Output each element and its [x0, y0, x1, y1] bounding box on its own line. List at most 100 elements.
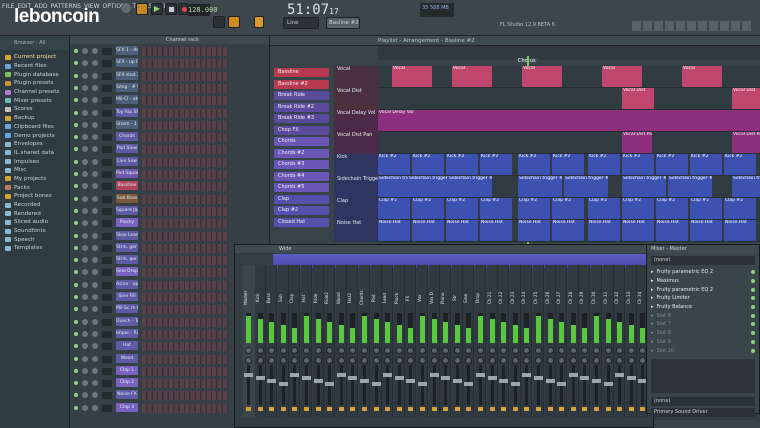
insert-slot[interactable]: ▸ Fruity parametric EQ 2 [647, 268, 759, 277]
channel-mixer-track[interactable] [102, 244, 112, 252]
mixer-strip[interactable]: Piano [440, 265, 452, 417]
step-sequencer[interactable] [142, 194, 228, 204]
step-sequencer[interactable] [142, 243, 228, 253]
pan-knob[interactable] [535, 347, 542, 354]
stereo-knob[interactable] [372, 357, 380, 364]
volume-fader[interactable] [534, 365, 543, 405]
channel-row[interactable]: Strom - 1 SFX [70, 119, 270, 131]
channel-led[interactable] [74, 270, 78, 275]
stereo-knob[interactable] [511, 357, 519, 364]
clip[interactable]: Sidechain trigger #2 [564, 176, 608, 197]
track-lane[interactable]: Noise Hat Noise Hat Noise Hat Noise Hat Nois… [378, 220, 760, 242]
browser-item[interactable]: Clipboard files [0, 123, 69, 132]
clip[interactable]: Noise Hat [412, 220, 444, 241]
mixer-preset-select[interactable]: (none) [651, 256, 755, 265]
pan-knob[interactable] [256, 347, 264, 354]
slot-led[interactable] [751, 322, 755, 327]
route-arrow-icon[interactable] [246, 407, 251, 411]
channel-pan-knob[interactable] [82, 60, 88, 67]
route-arrow-icon[interactable] [408, 407, 414, 411]
volume-fader[interactable] [267, 365, 277, 405]
step-sequencer[interactable] [142, 120, 228, 130]
channel-name-button[interactable]: Live Saw [116, 156, 138, 166]
route-arrow-icon[interactable] [269, 407, 275, 411]
clip[interactable]: Clap #2 [378, 198, 410, 219]
stereo-knob[interactable] [604, 357, 612, 364]
channel-vol-knob[interactable] [92, 195, 98, 202]
stereo-knob[interactable] [500, 357, 508, 364]
route-arrow-icon[interactable] [524, 407, 530, 411]
channel-name-button[interactable]: Clap 2 [116, 378, 138, 388]
slot-led[interactable] [751, 287, 755, 292]
channel-vol-knob[interactable] [92, 84, 98, 91]
channel-led[interactable] [74, 344, 78, 349]
pan-knob[interactable] [349, 347, 357, 354]
step-sequencer[interactable] [142, 83, 228, 93]
fader-cap[interactable] [545, 379, 555, 383]
route-arrow-icon[interactable] [640, 407, 646, 411]
channel-pan-knob[interactable] [82, 367, 88, 374]
track-lane[interactable]: Vocal Vocal Vocal Vocal Vocal [378, 66, 760, 88]
browser-item[interactable]: Misc [0, 166, 69, 175]
clip[interactable]: Clap #2 [656, 198, 688, 219]
volume-fader[interactable] [394, 365, 404, 405]
pan-knob[interactable] [384, 347, 392, 354]
fader-cap[interactable] [603, 382, 613, 386]
volume-fader[interactable] [545, 365, 555, 405]
channel-mixer-track[interactable] [102, 380, 112, 388]
fader-cap[interactable] [371, 382, 381, 386]
volume-fader[interactable] [371, 365, 381, 405]
channel-name-button[interactable]: Strom - 1 SFX [116, 119, 138, 129]
channel-pan-knob[interactable] [82, 244, 88, 251]
channel-led[interactable] [74, 356, 78, 361]
channel-mixer-track[interactable] [102, 171, 112, 178]
pan-knob[interactable] [442, 347, 450, 354]
channel-vol-knob[interactable] [92, 281, 98, 288]
route-arrow-icon[interactable] [443, 407, 449, 411]
slot-led[interactable] [751, 279, 755, 284]
volume-fader[interactable] [603, 365, 613, 405]
slot-led[interactable] [751, 348, 755, 353]
stereo-knob[interactable] [256, 357, 264, 364]
clip[interactable]: Clap #2 [622, 198, 654, 219]
mixer-strip[interactable]: Str [451, 265, 463, 417]
fader-cap[interactable] [418, 382, 427, 386]
pan-knob[interactable] [569, 347, 577, 354]
mixer-strip[interactable]: Ch 22 [498, 265, 510, 417]
pattern-item[interactable]: Chords #4 [274, 171, 329, 181]
stereo-knob[interactable] [546, 357, 554, 364]
channel-led[interactable] [74, 221, 78, 226]
clip[interactable]: Vocal [522, 66, 562, 87]
fader-cap[interactable] [626, 376, 636, 380]
route-arrow-icon[interactable] [489, 407, 495, 411]
step-sequencer[interactable] [142, 366, 228, 376]
channel-name-button[interactable]: SFX - up RC [116, 58, 138, 68]
stereo-knob[interactable] [430, 357, 438, 364]
browser-item[interactable]: Plugin presets [0, 79, 69, 88]
insert-slot[interactable]: ▸ Fruity parametric EQ 2 [647, 285, 759, 294]
channel-led[interactable] [74, 331, 78, 336]
stereo-knob[interactable] [419, 357, 426, 364]
channel-led[interactable] [74, 233, 78, 238]
channel-mixer-track[interactable] [102, 318, 112, 326]
stereo-knob[interactable] [535, 357, 542, 364]
mixer-strip[interactable]: Kick [254, 265, 266, 417]
clip[interactable]: Vocal [602, 66, 642, 87]
channel-name-button[interactable]: Square Jack [116, 205, 138, 215]
channel-mixer-track[interactable] [102, 195, 112, 203]
stereo-knob[interactable] [477, 357, 484, 364]
fader-cap[interactable] [278, 382, 288, 386]
volume-fader[interactable] [429, 365, 439, 405]
mixer-strip[interactable]: Bass [266, 265, 278, 417]
pan-knob[interactable] [419, 347, 426, 354]
volume-fader[interactable] [325, 365, 335, 405]
pattern-item[interactable]: Break Ride #2 [274, 102, 329, 112]
mixer-strip[interactable]: Drop [475, 265, 486, 417]
route-arrow-icon[interactable] [338, 407, 344, 411]
channel-name-button[interactable]: Chords [116, 132, 138, 142]
clip[interactable]: Sidechain trigger #2 [448, 176, 492, 197]
channel-mixer-track[interactable] [102, 146, 112, 154]
stereo-knob[interactable] [488, 357, 496, 364]
channel-vol-knob[interactable] [92, 121, 98, 128]
fader-cap[interactable] [476, 373, 485, 377]
